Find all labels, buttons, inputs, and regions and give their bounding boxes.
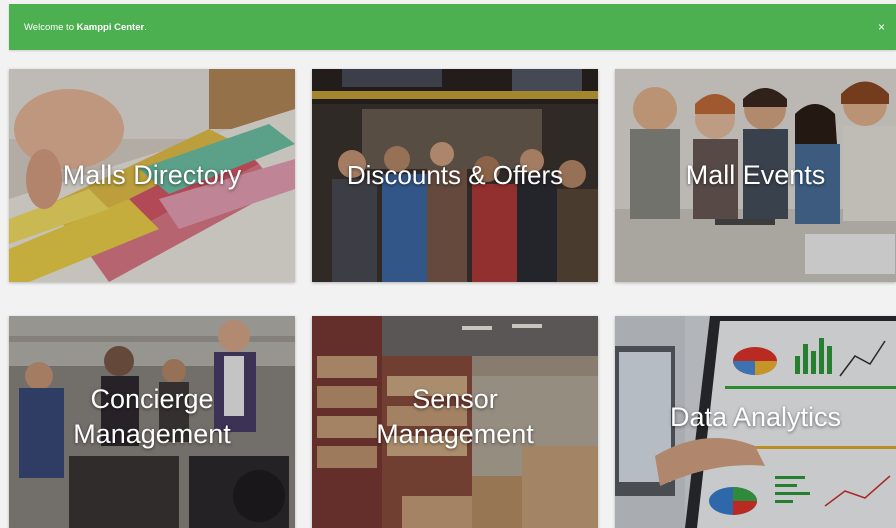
tile-malls-directory[interactable]: Malls Directory: [9, 69, 295, 282]
tile-data-analytics[interactable]: Data Analytics: [615, 316, 896, 528]
tile-label: Malls Directory: [62, 160, 242, 190]
tile-mall-events[interactable]: Mall Events: [615, 69, 896, 282]
tile-label: Mall Events: [685, 160, 826, 190]
welcome-message: Welcome to Kamppi Center.: [24, 22, 147, 33]
tile-discounts-offers[interactable]: Discounts & Offers: [312, 69, 598, 282]
welcome-period: .: [144, 21, 147, 33]
tile-label: Concierge Management: [73, 384, 231, 449]
tile-sensor-management[interactable]: Sensor Management: [312, 316, 598, 528]
close-icon[interactable]: ×: [875, 19, 888, 35]
welcome-text: Welcome to: [24, 21, 77, 33]
tile-concierge-management[interactable]: Concierge Management: [9, 316, 295, 528]
brand-name: Kamppi Center: [76, 21, 145, 33]
home-page: Welcome to Kamppi Center. × Malls Direct…: [0, 0, 896, 528]
welcome-alert: Welcome to Kamppi Center. ×: [9, 4, 896, 50]
tile-label: Discounts & Offers: [346, 160, 564, 190]
tile-label: Sensor Management: [376, 384, 534, 449]
tile-label: Data Analytics: [669, 401, 842, 432]
